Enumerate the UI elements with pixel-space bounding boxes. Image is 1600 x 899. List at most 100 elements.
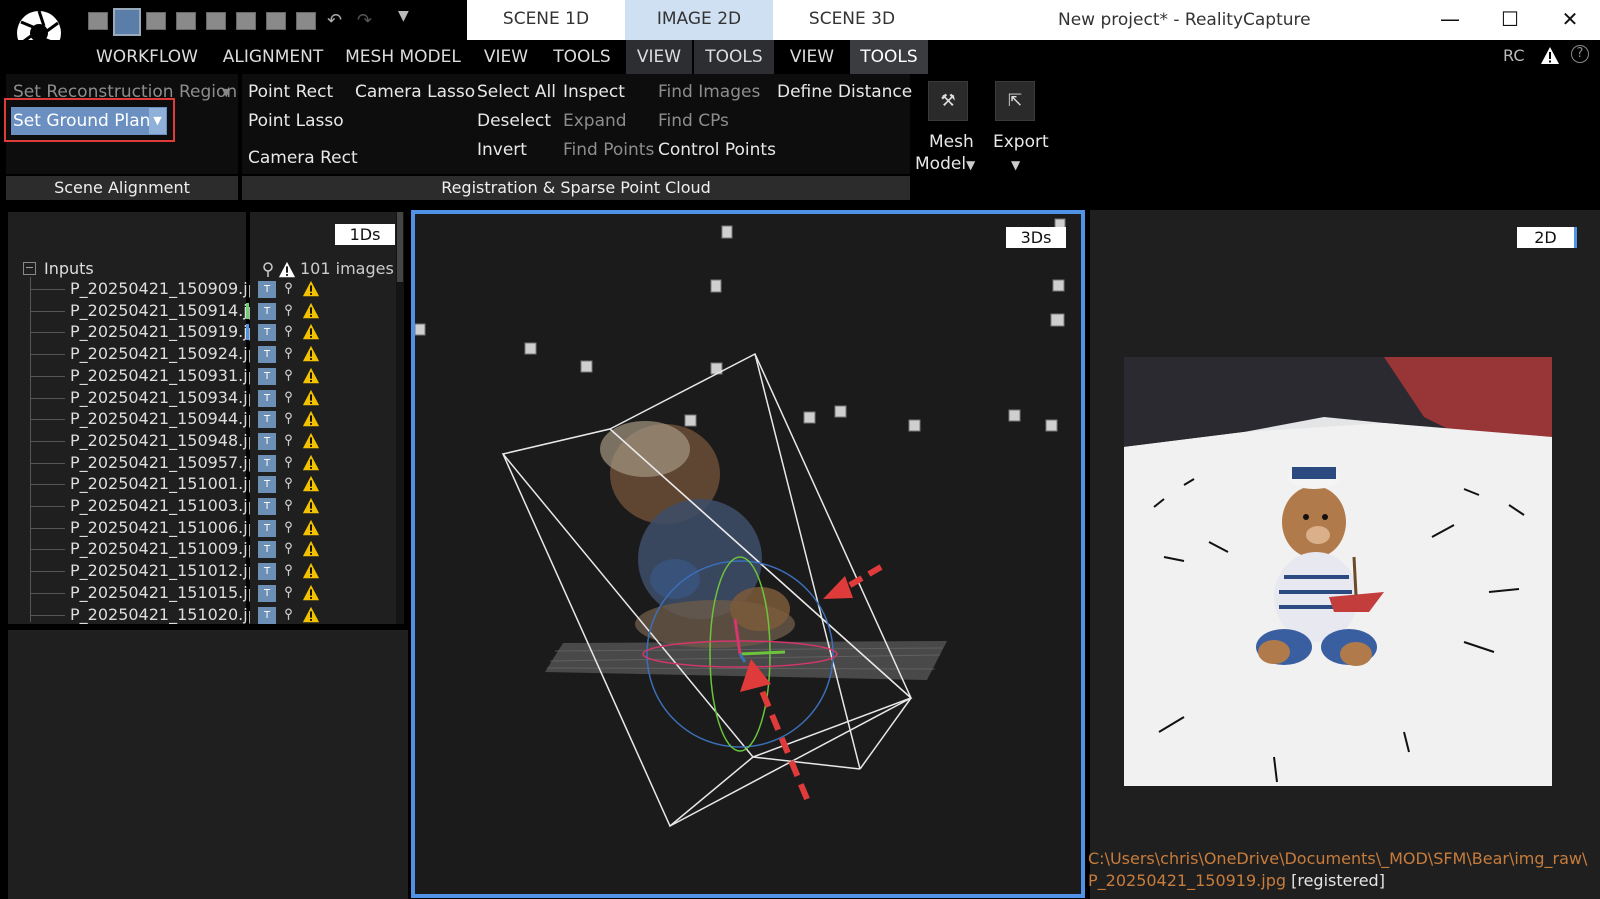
inspect-button[interactable]: Inspect: [563, 82, 625, 102]
mesh-model-tools-icon[interactable]: ⚒: [928, 81, 968, 121]
tab-scene-1d[interactable]: SCENE 1D: [467, 0, 625, 40]
select-all-button[interactable]: Select All: [477, 82, 556, 102]
texture-icon[interactable]: T: [258, 411, 276, 428]
layout-2-icon[interactable]: [113, 8, 141, 36]
define-distance-button[interactable]: Define Distance: [777, 82, 912, 102]
pin-icon[interactable]: [284, 325, 293, 338]
undo-icon[interactable]: ↶: [327, 10, 342, 31]
file-list-item[interactable]: P_20250421_150934.jpg: [70, 387, 250, 409]
pin-icon[interactable]: [284, 586, 293, 599]
layout-6-icon[interactable]: [236, 12, 256, 30]
file-list-item[interactable]: P_20250421_150948.jpg: [70, 430, 250, 452]
texture-icon[interactable]: T: [258, 541, 276, 558]
camera-lasso-button[interactable]: Camera Lasso: [355, 82, 475, 102]
file-list-item[interactable]: P_20250421_151012.jpg: [70, 560, 250, 582]
rc-label[interactable]: RC: [1503, 46, 1525, 65]
warning-icon[interactable]: [302, 323, 320, 341]
tree-inputs-label[interactable]: Inputs: [44, 259, 94, 278]
deselect-button[interactable]: Deselect: [477, 111, 551, 131]
pin-icon[interactable]: [284, 434, 293, 447]
pin-icon[interactable]: [284, 412, 293, 425]
warning-icon[interactable]: [302, 410, 320, 428]
point-lasso-button[interactable]: Point Lasso: [248, 111, 344, 131]
file-list-item[interactable]: P_20250421_150914.jpg: [70, 300, 250, 322]
export-label[interactable]: Export: [993, 132, 1049, 152]
tab-scene-3d[interactable]: SCENE 3D: [773, 0, 931, 40]
minimize-button[interactable]: —: [1421, 0, 1479, 40]
menu-tools-3[interactable]: TOOLS: [850, 40, 928, 74]
texture-icon[interactable]: T: [258, 520, 276, 537]
tree-collapse-icon[interactable]: −: [23, 262, 36, 275]
menu-tools-2[interactable]: TOOLS: [694, 40, 774, 74]
file-list-item[interactable]: P_20250421_150924.jpg: [70, 343, 250, 365]
find-cps-button[interactable]: Find CPs: [658, 111, 729, 131]
set-ground-plane-button[interactable]: Set Ground Plane: [11, 107, 167, 135]
quick-access-dropdown-icon[interactable]: ▼: [398, 8, 409, 24]
pin-icon[interactable]: [284, 477, 293, 490]
warning-icon[interactable]: [302, 432, 320, 450]
file-list-item[interactable]: P_20250421_151001.jpg: [70, 473, 250, 495]
layout-3-icon[interactable]: [146, 12, 166, 30]
layout-8-icon[interactable]: [296, 12, 316, 30]
mesh-model-label-2[interactable]: Model: [915, 154, 966, 174]
warning-icon[interactable]: [1540, 46, 1560, 66]
warning-icon[interactable]: [302, 562, 320, 580]
mesh-model-label-1[interactable]: Mesh: [929, 132, 974, 152]
texture-icon[interactable]: T: [258, 346, 276, 363]
file-list-item[interactable]: P_20250421_150931.jpg: [70, 365, 250, 387]
texture-icon[interactable]: T: [258, 455, 276, 472]
texture-icon[interactable]: T: [258, 303, 276, 320]
layout-4-icon[interactable]: [176, 12, 196, 30]
warning-icon[interactable]: [302, 367, 320, 385]
pin-icon[interactable]: [284, 564, 293, 577]
file-list-item[interactable]: P_20250421_151003.jpg: [70, 495, 250, 517]
file-list-item[interactable]: P_20250421_150919.jpg: [70, 321, 250, 343]
pin-icon[interactable]: [284, 282, 293, 295]
maximize-button[interactable]: ☐: [1481, 0, 1539, 40]
tab-image-2d[interactable]: IMAGE 2D: [625, 0, 773, 40]
texture-icon[interactable]: T: [258, 324, 276, 341]
menu-view-2[interactable]: VIEW: [626, 40, 692, 74]
export-dropdown-icon[interactable]: ▼: [1011, 158, 1020, 172]
help-icon[interactable]: ?: [1571, 45, 1589, 63]
warning-icon[interactable]: [302, 302, 320, 320]
pin-icon[interactable]: [284, 304, 293, 317]
menu-mesh-model[interactable]: MESH MODEL: [336, 40, 470, 74]
pin-icon[interactable]: [284, 391, 293, 404]
control-points-button[interactable]: Control Points: [658, 140, 776, 160]
pin-icon[interactable]: [284, 521, 293, 534]
warning-icon[interactable]: [302, 540, 320, 558]
warning-icon[interactable]: [302, 389, 320, 407]
menu-workflow[interactable]: WORKFLOW: [84, 40, 210, 74]
redo-icon[interactable]: ↷: [357, 10, 372, 31]
warning-icon[interactable]: [302, 606, 320, 624]
file-list-item[interactable]: P_20250421_151015.jpg: [70, 582, 250, 604]
file-list-item[interactable]: P_20250421_151020.jpg: [70, 604, 250, 626]
pin-icon[interactable]: [284, 369, 293, 382]
menu-view-3[interactable]: VIEW: [776, 40, 848, 74]
warning-icon[interactable]: [302, 454, 320, 472]
panel-tag-1ds[interactable]: 1Ds: [335, 224, 395, 245]
warning-icon[interactable]: [302, 497, 320, 515]
find-points-button[interactable]: Find Points: [563, 140, 654, 160]
warning-icon[interactable]: [302, 584, 320, 602]
invert-button[interactable]: Invert: [477, 140, 527, 160]
texture-icon[interactable]: T: [258, 585, 276, 602]
pin-icon[interactable]: [284, 499, 293, 512]
file-list-item[interactable]: P_20250421_151006.jpg: [70, 517, 250, 539]
pin-icon[interactable]: [284, 456, 293, 469]
layout-7-icon[interactable]: [266, 12, 286, 30]
pin-icon[interactable]: [284, 347, 293, 360]
texture-icon[interactable]: T: [258, 368, 276, 385]
camera-rect-button[interactable]: Camera Rect: [248, 148, 358, 168]
export-icon[interactable]: ⇱: [995, 81, 1035, 121]
texture-icon[interactable]: T: [258, 563, 276, 580]
texture-icon[interactable]: T: [258, 476, 276, 493]
menu-view-1[interactable]: VIEW: [470, 40, 542, 74]
texture-icon[interactable]: T: [258, 433, 276, 450]
texture-icon[interactable]: T: [258, 607, 276, 624]
close-button[interactable]: ✕: [1541, 0, 1599, 40]
texture-icon[interactable]: T: [258, 390, 276, 407]
warning-icon[interactable]: [302, 280, 320, 298]
menu-tools-1[interactable]: TOOLS: [542, 40, 622, 74]
